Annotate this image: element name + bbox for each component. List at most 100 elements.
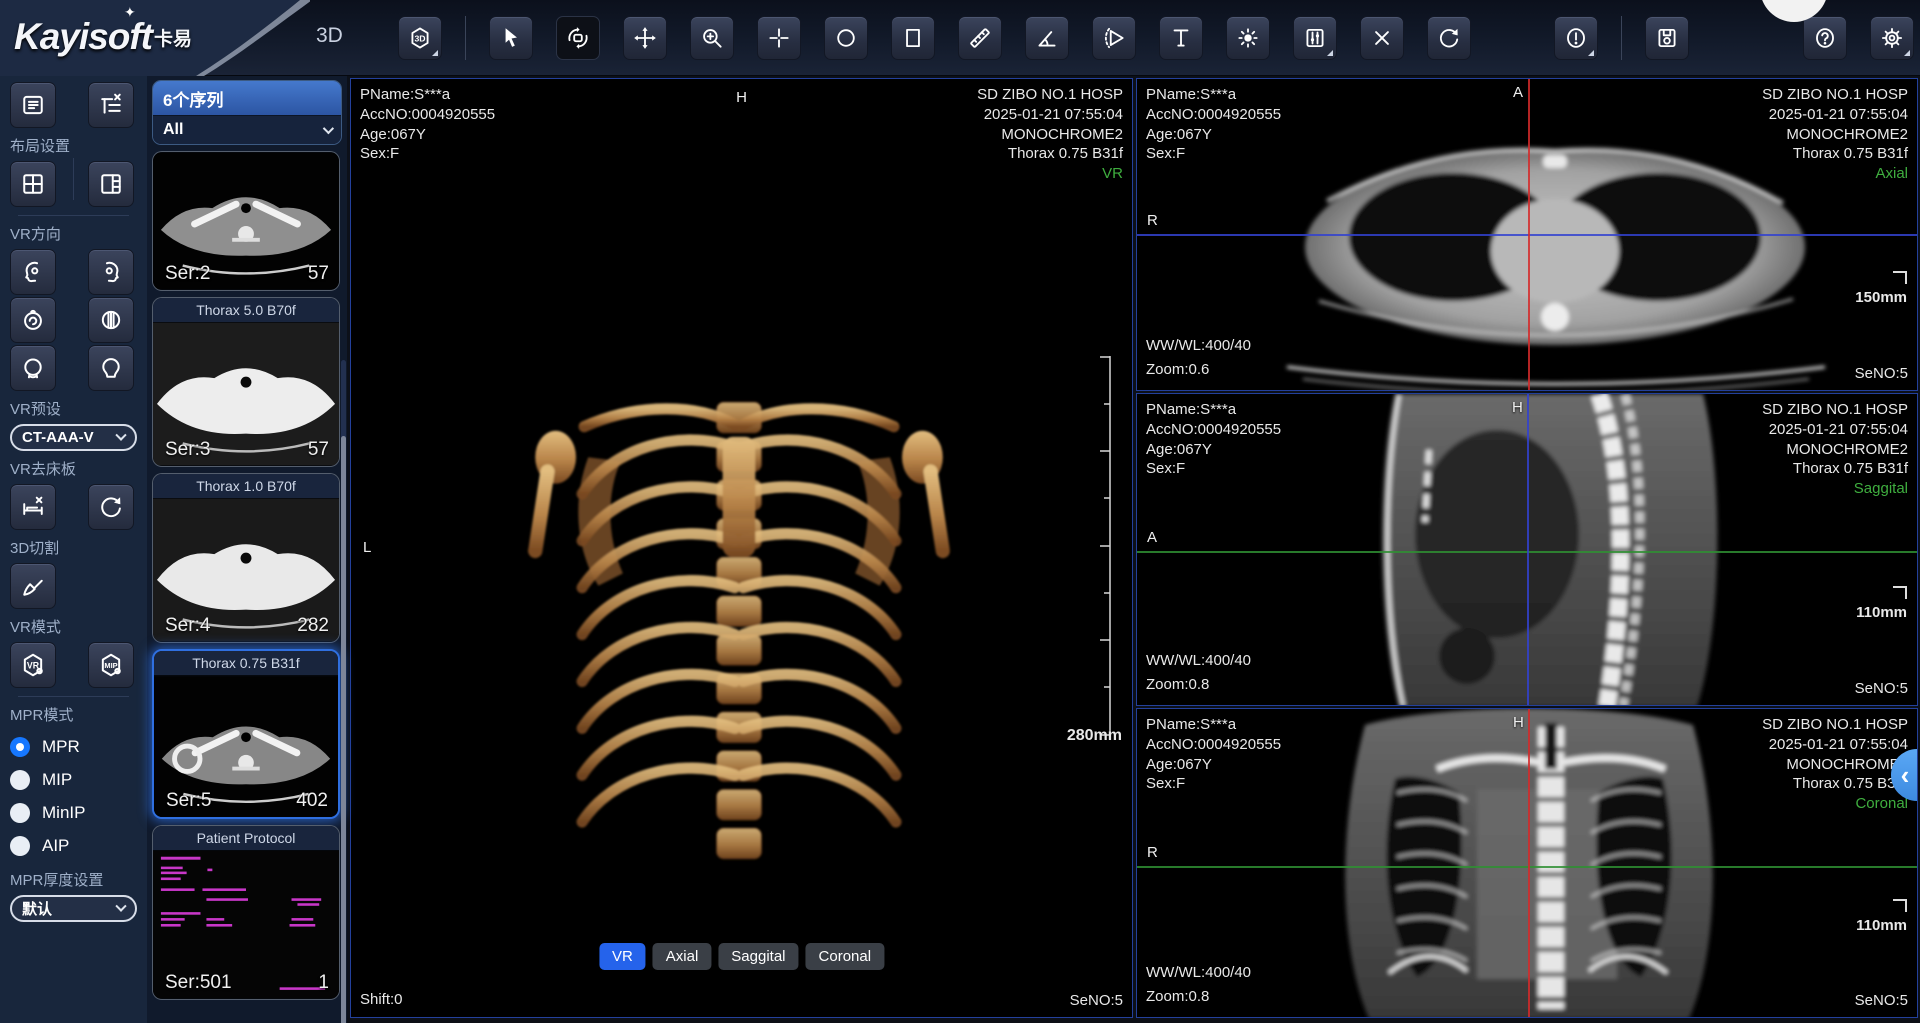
crosshair-horizontal-blue[interactable] bbox=[1137, 234, 1917, 236]
zoom-button[interactable] bbox=[690, 16, 734, 60]
wwwl-label: WW/WL:400/40 bbox=[1146, 961, 1251, 985]
brightness-button[interactable] bbox=[1226, 16, 1270, 60]
view-button-axial[interactable]: Axial bbox=[653, 943, 712, 970]
save-floppy-icon bbox=[1654, 25, 1680, 51]
pan-button[interactable] bbox=[623, 16, 667, 60]
text-annotation-button[interactable] bbox=[1159, 16, 1203, 60]
mpr-axial-viewport[interactable]: PName:S***a AccNO:0004920555 Age:067Y Se… bbox=[1136, 78, 1918, 391]
series-filter-select[interactable]: All bbox=[153, 115, 341, 144]
cobb-angle-button[interactable] bbox=[1092, 16, 1136, 60]
layout-custom-button[interactable] bbox=[88, 82, 134, 128]
layout-grid-button[interactable] bbox=[10, 161, 56, 207]
remove-bed-button[interactable] bbox=[10, 484, 56, 530]
view-type-label: Saggital bbox=[1762, 479, 1908, 499]
mpr-mode-option-aip[interactable]: AIP bbox=[10, 829, 147, 862]
series-title: Thorax 1.0 B70f bbox=[153, 474, 339, 498]
app-logo: Kayisoft卡易 ✦ bbox=[0, 0, 310, 76]
radio-icon bbox=[10, 803, 30, 823]
view-3d-button[interactable]: 3D bbox=[398, 16, 442, 60]
vr-preset-section-label: VR预设 bbox=[10, 398, 147, 419]
patient-accno: AccNO:0004920555 bbox=[1146, 420, 1281, 440]
alert-info-button[interactable] bbox=[1554, 16, 1598, 60]
crosshair-button[interactable] bbox=[757, 16, 801, 60]
vr-mode-mip-button[interactable]: MIP bbox=[88, 642, 134, 688]
svg-text:3D: 3D bbox=[414, 33, 425, 43]
rectangle-icon bbox=[900, 25, 926, 51]
series-card-2[interactable]: Ser:2 57 bbox=[152, 151, 340, 291]
series-card-501[interactable]: Patient Protocol Ser:501 1 bbox=[152, 825, 340, 1000]
pointer-button[interactable] bbox=[489, 16, 533, 60]
orientation-marker-left: R bbox=[1147, 212, 1158, 229]
scale-tick-icon bbox=[1893, 271, 1907, 284]
series-desc: Thorax 0.75 B31f bbox=[977, 144, 1123, 164]
series-scrollbar-thumb[interactable] bbox=[341, 436, 346, 1023]
series-card-5-selected[interactable]: Thorax 0.75 B31f Ser:5 402 bbox=[152, 649, 340, 819]
orientation-marker-left: A bbox=[1147, 529, 1157, 546]
cut-3d-button[interactable] bbox=[10, 563, 56, 609]
series-scrollbar[interactable] bbox=[341, 360, 346, 1023]
layout-list-button[interactable] bbox=[10, 82, 56, 128]
series-card-4[interactable]: Thorax 1.0 B70f Ser:4 282 bbox=[152, 473, 340, 643]
series-desc: Thorax 0.75 B31f bbox=[1762, 459, 1908, 479]
series-title: Thorax 0.75 B31f bbox=[154, 651, 338, 675]
grid-2x2-icon bbox=[19, 170, 47, 198]
settings-button[interactable] bbox=[1870, 16, 1914, 60]
mpr-sagittal-viewport[interactable]: PName:S***a AccNO:0004920555 Age:067Y Se… bbox=[1136, 393, 1918, 706]
scale-ruler bbox=[1099, 356, 1113, 736]
ellipse-annotation-button[interactable] bbox=[824, 16, 868, 60]
series-card-3[interactable]: Thorax 5.0 B70f Ser:3 57 bbox=[152, 297, 340, 467]
patient-sex: Sex:F bbox=[1146, 144, 1281, 164]
mpr-mode-option-minip[interactable]: MinIP bbox=[10, 796, 147, 829]
patient-sex: Sex:F bbox=[1146, 459, 1281, 479]
logo-star-icon: ✦ bbox=[124, 4, 136, 21]
mpr-thickness-value: 默认 bbox=[22, 898, 52, 919]
patient-sex: Sex:F bbox=[1146, 774, 1281, 794]
window-info-overlay: WW/WL:400/40 Zoom:0.6 bbox=[1146, 334, 1251, 382]
vr-direction-top-button[interactable] bbox=[10, 297, 56, 343]
series-title: Thorax 5.0 B70f bbox=[153, 298, 339, 322]
delete-annotation-button[interactable] bbox=[1360, 16, 1404, 60]
patient-info-overlay: PName:S***a AccNO:0004920555 Age:067Y Se… bbox=[1146, 400, 1281, 479]
sidebar-divider bbox=[18, 215, 129, 216]
vr-direction-right-button[interactable] bbox=[88, 249, 134, 295]
reset-arrow-icon bbox=[1436, 25, 1462, 51]
rotate-3d-button[interactable] bbox=[556, 16, 600, 60]
angle-button[interactable] bbox=[1025, 16, 1069, 60]
view-button-coronal[interactable]: Coronal bbox=[806, 943, 885, 970]
save-button[interactable] bbox=[1645, 16, 1689, 60]
vr-preset-value: CT-AAA-V bbox=[22, 429, 94, 446]
crosshair-vertical-red[interactable] bbox=[1528, 709, 1530, 1017]
crosshair-vertical-red[interactable] bbox=[1528, 79, 1530, 390]
study-info-overlay: SD ZIBO NO.1 HOSP 2025-01-21 07:55:04 MO… bbox=[977, 85, 1123, 184]
hospital-name: SD ZIBO NO.1 HOSP bbox=[1762, 400, 1908, 420]
cursor-icon bbox=[498, 25, 524, 51]
series-image-count: 57 bbox=[308, 439, 329, 461]
left-sidebar: 布局设置 VR方向 bbox=[0, 76, 147, 1023]
ruler-button[interactable] bbox=[958, 16, 1002, 60]
head-right-icon bbox=[97, 258, 125, 286]
vr-direction-front-open-button[interactable] bbox=[88, 297, 134, 343]
crosshair-horizontal-green[interactable] bbox=[1137, 866, 1917, 868]
mpr-mode-option-mip[interactable]: MIP bbox=[10, 763, 147, 796]
vr-preset-select[interactable]: CT-AAA-V bbox=[10, 424, 137, 451]
vr-mode-vr-button[interactable]: VR bbox=[10, 642, 56, 688]
study-datetime: 2025-01-21 07:55:04 bbox=[1762, 420, 1908, 440]
vr-direction-face-button[interactable] bbox=[88, 345, 134, 391]
view-button-saggital[interactable]: Saggital bbox=[718, 943, 798, 970]
pan-icon bbox=[632, 25, 658, 51]
zoom-label: Zoom:0.6 bbox=[1146, 358, 1251, 382]
crosshair-vertical-blue[interactable] bbox=[1527, 394, 1529, 705]
vr-direction-left-button[interactable] bbox=[10, 249, 56, 295]
rect-annotation-button[interactable] bbox=[891, 16, 935, 60]
view-button-vr[interactable]: VR bbox=[599, 943, 646, 970]
help-button[interactable] bbox=[1803, 16, 1847, 60]
mpr-coronal-viewport[interactable]: PName:S***a AccNO:0004920555 Age:067Y Se… bbox=[1136, 708, 1918, 1018]
mpr-mode-option-mpr[interactable]: MPR bbox=[10, 730, 147, 763]
layout-split-button[interactable] bbox=[88, 161, 134, 207]
mpr-thickness-select[interactable]: 默认 bbox=[10, 895, 137, 922]
vr-direction-back-button[interactable] bbox=[10, 345, 56, 391]
bed-reset-button[interactable] bbox=[88, 484, 134, 530]
window-level-presets-button[interactable] bbox=[1293, 16, 1337, 60]
reset-button[interactable] bbox=[1427, 16, 1471, 60]
vr-viewport[interactable]: PName:S***a AccNO:0004920555 Age:067Y Se… bbox=[350, 78, 1133, 1018]
